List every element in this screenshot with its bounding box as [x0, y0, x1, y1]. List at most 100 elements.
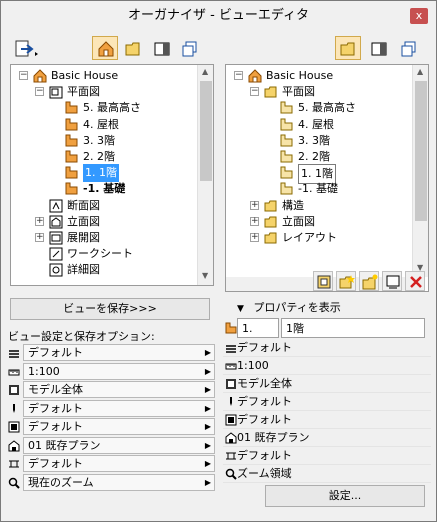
worksheet-icon — [49, 247, 63, 261]
delete-icon — [410, 276, 422, 288]
expand-icon[interactable]: + — [250, 200, 259, 210]
option-value: デフォルト — [28, 457, 83, 470]
layer-combination-icon — [226, 345, 236, 353]
view-option-row[interactable]: デフォルト ▶ — [6, 455, 215, 473]
dropdown-arrow-icon: ▶ — [204, 385, 211, 394]
property-value: 01 既存プラン — [237, 431, 310, 444]
layout-icon — [371, 42, 387, 56]
story-icon — [65, 134, 78, 147]
view-option-row[interactable]: 現在のズーム ▶ — [6, 473, 215, 492]
option-dropdown[interactable]: デフォルト ▶ — [23, 418, 215, 435]
view-properties-list: デフォルト 1:100 モデル全体 デフォルト デフォルト 01 既存プラン デフォルト ズー… — [223, 339, 431, 489]
view-property-row: モデル全体 — [223, 375, 431, 393]
structure-display-icon — [226, 379, 236, 389]
publisher-tab[interactable] — [176, 36, 202, 60]
option-dropdown[interactable]: 01 既存プラン ▶ — [23, 436, 215, 454]
collapse-icon[interactable]: − — [35, 87, 44, 97]
dimension-icon — [9, 460, 19, 468]
scroll-up-icon[interactable]: ▲ — [417, 67, 423, 76]
expand-icon[interactable]: + — [250, 233, 259, 242]
view-map-tab[interactable] — [120, 36, 146, 60]
expand-icon[interactable]: + — [250, 216, 259, 226]
name-row — [223, 317, 431, 339]
view-option-row[interactable]: デフォルト ▶ — [6, 399, 215, 418]
pen-set-icon — [230, 397, 232, 406]
settings-view-button[interactable] — [382, 271, 402, 291]
view-option-row[interactable]: 01 既存プラン ▶ — [6, 436, 215, 455]
view-id-field[interactable] — [237, 318, 279, 338]
properties-toggle[interactable]: ▼ プロパティを表示 — [237, 299, 341, 315]
clone-folder-button[interactable] — [313, 271, 333, 291]
scroll-up-icon[interactable]: ▲ — [202, 67, 208, 76]
option-dropdown[interactable]: デフォルト ▶ — [23, 455, 215, 472]
publisher-tab-right[interactable] — [395, 36, 421, 60]
view-settings-icon — [386, 275, 400, 289]
dimension-icon — [226, 452, 236, 460]
dropdown-arrow-icon: ▶ — [204, 459, 211, 468]
view-icon — [280, 166, 293, 179]
vertical-scrollbar[interactable]: ▲ ▼ — [412, 65, 428, 277]
new-folder-icon — [339, 275, 355, 289]
tree-row[interactable]: 詳細図 — [11, 261, 197, 279]
scroll-down-icon[interactable]: ▼ — [202, 271, 208, 280]
view-icon — [280, 101, 293, 114]
pen-set-icon — [13, 403, 15, 413]
scroll-thumb[interactable] — [415, 81, 427, 221]
property-value: 1:100 — [237, 359, 269, 372]
detail-icon — [49, 263, 63, 277]
option-value: デフォルト — [28, 420, 83, 433]
view-icon — [280, 150, 293, 163]
view-option-row[interactable]: モデル全体 ▶ — [6, 381, 215, 399]
renovation-filter-icon — [8, 439, 20, 451]
option-value: 現在のズーム — [28, 475, 94, 489]
option-dropdown[interactable]: 1:100 ▶ — [23, 362, 215, 380]
option-value: 1:100 — [28, 364, 60, 378]
option-value: モデル全体 — [28, 383, 83, 396]
option-dropdown[interactable]: 現在のズーム ▶ — [23, 473, 215, 491]
close-button[interactable]: x — [410, 8, 428, 24]
view-option-row[interactable]: デフォルト ▶ — [6, 344, 215, 362]
settings-button[interactable]: 設定... — [265, 485, 425, 507]
elevation-icon — [49, 215, 63, 229]
tree-row[interactable]: + レイアウト — [226, 229, 412, 247]
delete-button[interactable] — [405, 271, 425, 291]
new-folder-button[interactable] — [336, 271, 356, 291]
property-value: デフォルト — [237, 449, 292, 462]
view-name-field[interactable] — [281, 318, 425, 338]
vertical-scrollbar[interactable]: ▲ ▼ — [197, 65, 213, 285]
send-to-button[interactable] — [10, 36, 44, 60]
expand-icon[interactable]: + — [35, 216, 44, 226]
story-icon — [65, 101, 78, 114]
layout-book-tab-right[interactable] — [365, 36, 391, 60]
view-property-row: ズーム領域 — [223, 465, 431, 483]
view-property-row: デフォルト — [223, 447, 431, 465]
option-dropdown[interactable]: デフォルト ▶ — [23, 399, 215, 417]
layout-book-tab[interactable] — [148, 36, 174, 60]
window-title: オーガナイザ - ビューエディタ — [127, 8, 310, 23]
option-value: 01 既存プラン — [28, 438, 101, 452]
option-dropdown[interactable]: モデル全体 ▶ — [23, 381, 215, 398]
collapse-icon[interactable]: − — [250, 87, 259, 97]
folder-icon — [125, 42, 140, 56]
dropdown-arrow-icon: ▶ — [204, 366, 211, 376]
expand-icon[interactable]: + — [35, 233, 44, 242]
model-view-option-icon — [225, 414, 237, 426]
property-value: デフォルト — [237, 413, 292, 426]
collapse-icon[interactable]: − — [19, 71, 28, 80]
collapse-icon[interactable]: − — [234, 71, 243, 80]
folder-icon — [264, 232, 277, 244]
view-map-tab-right[interactable] — [335, 36, 361, 60]
option-dropdown[interactable]: デフォルト ▶ — [23, 344, 215, 361]
view-option-row[interactable]: 1:100 ▶ — [6, 362, 215, 381]
view-action-buttons — [313, 271, 431, 293]
project-map-tree: − Basic House − 平面図 5. 最高高さ 4. 屋根 3. 3階 2. 2階 1.… — [10, 64, 214, 286]
save-view-button[interactable]: ビューを保存>>> — [10, 298, 210, 320]
project-map-tab[interactable] — [92, 36, 118, 60]
story-icon — [65, 166, 78, 179]
view-map-tree: − Basic House − 平面図 5. 最高高さ 4. 屋根 3. 3階 2. 2階 1.… — [225, 64, 429, 292]
dropdown-arrow-icon: ▶ — [204, 403, 211, 413]
view-option-row[interactable]: デフォルト ▶ — [6, 418, 215, 436]
new-subset-button[interactable] — [359, 271, 379, 291]
scroll-thumb[interactable] — [200, 81, 212, 181]
title-bar[interactable]: オーガナイザ - ビューエディタ x — [1, 1, 436, 31]
